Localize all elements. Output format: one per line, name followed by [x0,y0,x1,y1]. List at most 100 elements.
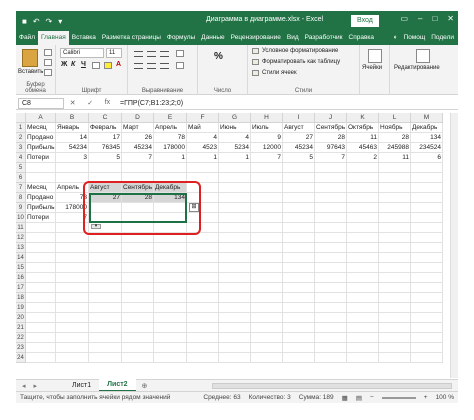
grid-cell[interactable] [26,243,56,253]
grid-cell[interactable] [411,263,443,273]
align-middle-icon[interactable] [147,51,156,57]
grid-cell[interactable] [219,263,251,273]
grid-cell[interactable] [315,293,347,303]
grid-cell[interactable] [154,353,187,363]
grid-cell[interactable] [379,193,411,203]
column-header-I[interactable]: I [283,113,315,123]
tab-data[interactable]: Данные [198,31,227,45]
table-cell[interactable]: Июль [251,123,283,133]
format-as-table-button[interactable]: Форматировать как таблицу [252,59,340,65]
login-button[interactable]: Вход [351,15,379,27]
row-header-6[interactable]: 6 [16,173,26,183]
grid-cell[interactable] [251,273,283,283]
table-cell[interactable]: 6 [411,153,443,163]
grid-cell[interactable] [379,233,411,243]
grid-cell[interactable] [411,253,443,263]
grid-cell[interactable] [26,343,56,353]
table-cell[interactable]: 11 [347,133,379,143]
grid-cell[interactable] [56,333,89,343]
grid-cell[interactable] [251,353,283,363]
grid-cell[interactable] [122,343,154,353]
grid-cell[interactable] [122,293,154,303]
grid-cell[interactable] [154,213,187,223]
grid-cell[interactable] [411,173,443,183]
grid-cell[interactable] [283,173,315,183]
column-header-F[interactable]: F [187,113,219,123]
grid-cell[interactable] [315,343,347,353]
table-cell[interactable]: 1 [154,153,187,163]
grid-cell[interactable] [347,243,379,253]
grid-cell[interactable] [411,243,443,253]
grid-cell[interactable] [56,263,89,273]
grid-cell[interactable] [219,343,251,353]
grid-cell[interactable] [154,293,187,303]
grid-cell[interactable] [187,213,219,223]
tab-formulas[interactable]: Формулы [164,31,198,45]
grid-cell[interactable] [411,343,443,353]
grid-cell[interactable] [251,223,283,233]
grid-cell[interactable] [379,213,411,223]
grid-cell[interactable] [89,213,122,223]
grid-cell[interactable] [315,243,347,253]
grid-cell[interactable] [347,273,379,283]
grid-cell[interactable] [89,283,122,293]
table-cell[interactable]: Октябрь [347,123,379,133]
grid-cell[interactable] [154,173,187,183]
grid-cell[interactable] [219,183,251,193]
grid-cell[interactable] [26,253,56,263]
grid-cell[interactable] [26,353,56,363]
grid-cell[interactable] [187,163,219,173]
grid-cell[interactable] [219,303,251,313]
grid-cell[interactable] [379,243,411,253]
table-cell[interactable]: 12000 [251,143,283,153]
grid-cell[interactable] [187,273,219,283]
row-header-2[interactable]: 2 [16,133,26,143]
column-header-K[interactable]: K [347,113,379,123]
grid-cell[interactable] [122,273,154,283]
customize-icon[interactable]: ▾ [58,17,62,26]
grid-cell[interactable] [315,253,347,263]
close-icon[interactable]: ✕ [447,14,454,23]
tab-home[interactable]: Главная [37,31,69,45]
grid-cell[interactable] [219,253,251,263]
grid-cell[interactable] [187,173,219,183]
prev-sheet-icon[interactable]: ◂ [22,382,26,390]
grid-cell[interactable] [251,243,283,253]
spreadsheet-grid[interactable]: A B C D E F G H I J K L M 1 2 3 4 5 6 7 8 9 10 11 12 13 14 15 16 17 18… [16,113,458,378]
grid-cell[interactable] [89,303,122,313]
table-cell[interactable]: 1 [219,153,251,163]
column-header-B[interactable]: B [56,113,89,123]
align-left-icon[interactable] [134,63,143,69]
table-cell[interactable]: 5 [89,153,122,163]
grid-cell[interactable] [283,323,315,333]
table-cell[interactable]: 3 [56,153,89,163]
zoom-out-icon[interactable]: − [370,394,374,401]
format-painter-icon[interactable] [44,69,52,76]
row-header-18[interactable]: 18 [16,293,26,303]
grid-cell[interactable] [154,323,187,333]
select-all-corner[interactable] [16,113,26,123]
row-header-14[interactable]: 14 [16,253,26,263]
row-header-15[interactable]: 15 [16,263,26,273]
table-cell[interactable]: 28 [315,133,347,143]
table-cell[interactable]: 28 [379,133,411,143]
table-cell[interactable]: 245988 [379,143,411,153]
row-header-16[interactable]: 16 [16,273,26,283]
grid-cell[interactable] [283,313,315,323]
grid-cell[interactable] [187,183,219,193]
table-cell[interactable]: 78 [56,193,89,203]
grid-cell[interactable] [187,223,219,233]
grid-cell[interactable] [315,303,347,313]
grid-cell[interactable] [283,333,315,343]
grid-cell[interactable] [283,183,315,193]
grid-cell[interactable] [219,353,251,363]
grid-cell[interactable] [315,163,347,173]
grid-cell[interactable] [347,193,379,203]
grid-cell[interactable] [89,243,122,253]
grid-cell[interactable] [122,163,154,173]
grid-cell[interactable] [315,213,347,223]
grid-cell[interactable] [89,313,122,323]
grid-cell[interactable] [89,333,122,343]
grid-cell[interactable] [251,263,283,273]
grid-cell[interactable] [411,273,443,283]
